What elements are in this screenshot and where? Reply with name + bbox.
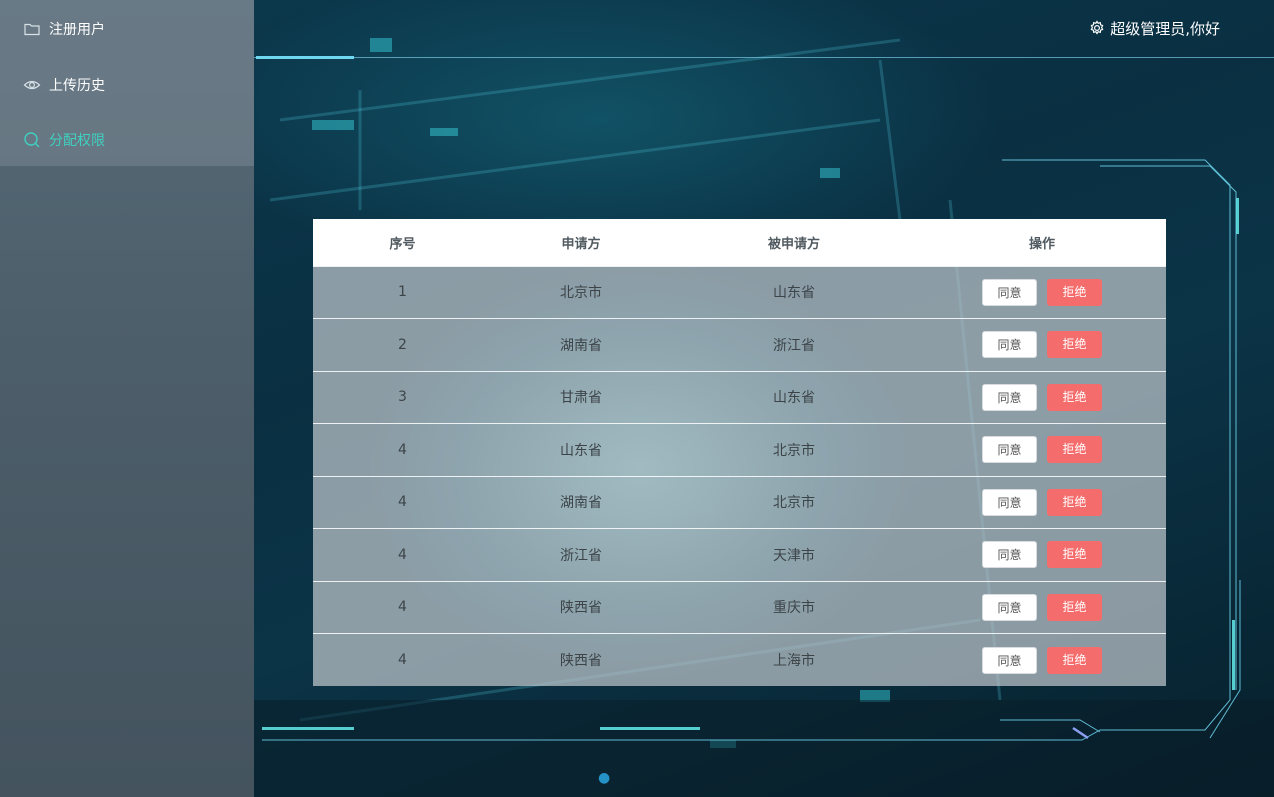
- sidebar-item-assign-permissions[interactable]: 分配权限: [0, 112, 254, 168]
- cell-applicant: 浙江省: [560, 547, 602, 564]
- cell-index: 1: [398, 284, 407, 301]
- column-header-target: 被申请方: [767, 236, 820, 252]
- cell-applicant: 湖南省: [560, 495, 602, 512]
- cell-actions: 同意 拒绝: [918, 476, 1166, 529]
- cell-index: 4: [398, 494, 407, 511]
- sidebar-item-label: 注册用户: [49, 22, 105, 38]
- cell-actions: 同意 拒绝: [918, 634, 1166, 687]
- permission-request-table: 序号 申请方 被申请方 操作 1 北京市 山东省 同意 拒绝 2 湖南省 浙江省 同意 拒绝 3 甘肃…: [313, 219, 1166, 686]
- reject-button[interactable]: 拒绝: [1047, 383, 1102, 411]
- table-row: 4 浙江省 天津市 同意 拒绝: [313, 528, 1166, 582]
- cell-actions: 同意 拒绝: [918, 266, 1166, 319]
- table-row: 4 陕西省 重庆市 同意 拒绝: [313, 581, 1166, 634]
- cell-actions: 同意 拒绝: [918, 581, 1166, 634]
- cell-actions: 同意 拒绝: [918, 529, 1166, 582]
- table-row: 2 湖南省 浙江省 同意 拒绝: [313, 318, 1166, 372]
- user-greeting-text: 超级管理员,你好: [1110, 19, 1220, 38]
- reject-button[interactable]: 拒绝: [1047, 436, 1102, 464]
- cell-target: 山东省: [773, 285, 815, 302]
- cell-applicant: 陕西省: [560, 600, 602, 617]
- reject-button[interactable]: 拒绝: [1047, 646, 1102, 674]
- reject-button[interactable]: 拒绝: [1047, 331, 1102, 359]
- agree-button[interactable]: 同意: [982, 541, 1037, 569]
- table-row: 1 北京市 山东省 同意 拒绝: [313, 266, 1166, 319]
- column-header-index: 序号: [389, 236, 416, 252]
- sidebar-item-upload-history[interactable]: 上传历史: [0, 57, 254, 113]
- cell-actions: 同意 拒绝: [918, 424, 1166, 477]
- table-row: 4 湖南省 北京市 同意 拒绝: [313, 476, 1166, 529]
- table-row: 3 甘肃省 山东省 同意 拒绝: [313, 371, 1166, 424]
- table-header-row: 序号 申请方 被申请方 操作: [313, 219, 1166, 266]
- agree-button[interactable]: 同意: [982, 383, 1037, 411]
- gear-icon: [1089, 20, 1105, 36]
- reject-button[interactable]: 拒绝: [1047, 488, 1102, 516]
- sidebar-item-label: 分配权限: [49, 133, 105, 149]
- column-header-applicant: 申请方: [561, 236, 601, 252]
- cell-applicant: 北京市: [560, 285, 602, 302]
- cell-applicant: 山东省: [560, 442, 602, 459]
- cell-index: 4: [398, 546, 407, 563]
- cell-target: 天津市: [773, 547, 815, 564]
- agree-button[interactable]: 同意: [982, 436, 1037, 464]
- footer-logo: ●: [598, 770, 611, 786]
- agree-button[interactable]: 同意: [982, 488, 1037, 516]
- cell-target: 上海市: [773, 653, 815, 669]
- cell-target: 北京市: [773, 495, 815, 512]
- column-header-actions: 操作: [1028, 236, 1055, 252]
- cell-target: 北京市: [773, 442, 815, 459]
- eye-icon: [23, 76, 41, 94]
- header-divider: [254, 57, 1274, 58]
- table-row: 4 陕西省 上海市 同意 拒绝: [313, 633, 1166, 687]
- table-row: 4 山东省 北京市 同意 拒绝: [313, 423, 1166, 477]
- header-accent-bar: [256, 56, 354, 59]
- reject-button[interactable]: 拒绝: [1047, 278, 1102, 306]
- cell-target: 浙江省: [773, 337, 815, 354]
- cell-actions: 同意 拒绝: [918, 371, 1166, 424]
- agree-button[interactable]: 同意: [982, 278, 1037, 306]
- agree-button[interactable]: 同意: [982, 646, 1037, 674]
- folder-icon: [23, 20, 41, 38]
- cell-target: 山东省: [773, 390, 815, 407]
- cell-applicant: 陕西省: [560, 653, 602, 669]
- cell-target: 重庆市: [773, 600, 815, 617]
- sidebar-menu: 注册用户 上传历史 分配权限: [0, 0, 254, 166]
- reject-button[interactable]: 拒绝: [1047, 593, 1102, 621]
- agree-button[interactable]: 同意: [982, 331, 1037, 359]
- sidebar-item-register-users[interactable]: 注册用户: [0, 1, 254, 57]
- agree-button[interactable]: 同意: [982, 593, 1037, 621]
- cell-applicant: 湖南省: [560, 337, 602, 354]
- cell-actions: 同意 拒绝: [918, 319, 1166, 372]
- cell-index: 4: [398, 652, 407, 668]
- search-icon: [23, 131, 41, 149]
- cell-index: 4: [398, 599, 407, 616]
- cell-index: 4: [398, 441, 407, 458]
- sidebar: 注册用户 上传历史 分配权限: [0, 0, 254, 797]
- reject-button[interactable]: 拒绝: [1047, 541, 1102, 569]
- cell-index: 3: [398, 389, 407, 406]
- cell-index: 2: [398, 336, 407, 353]
- cell-applicant: 甘肃省: [560, 390, 602, 407]
- user-menu[interactable]: 超级管理员,你好: [1089, 18, 1220, 38]
- sidebar-item-label: 上传历史: [49, 78, 105, 94]
